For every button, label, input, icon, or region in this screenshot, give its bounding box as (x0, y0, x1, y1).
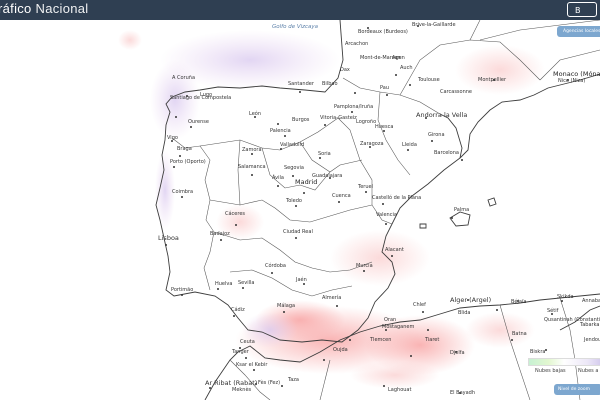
map-label-lleida: Lleida (402, 142, 417, 148)
map-label-coimbra: Coimbra (172, 189, 194, 195)
map-label-barcelona: Barcelona (434, 150, 459, 156)
map-label-teruel: Teruel (358, 184, 373, 190)
weather-map[interactable] (0, 20, 600, 400)
map-label-golfo: Golfo de Vizcaya (272, 24, 319, 30)
map-label-pau: Pau (380, 85, 390, 91)
map-label-tlemcen: Tlemcen (370, 337, 392, 343)
brand-title: ráfico Nacional (0, 1, 89, 16)
map-label-chlef: Chlef (413, 302, 426, 308)
map-label-murcia: Murcia (356, 263, 373, 269)
map-label-laghouat: Laghouat (388, 387, 412, 393)
map-label-tabarka: Tabarka (580, 322, 600, 328)
map-label-salamanca: Salamanca (238, 164, 266, 170)
map-label-girona: Girona (428, 132, 445, 138)
map-label-cordoba: Córdoba (265, 263, 286, 269)
map-label-jendouba: Jendouba (584, 337, 600, 343)
map-label-palencia: Palencia (270, 128, 291, 134)
map-label-toledo: Toledo (286, 198, 302, 204)
map-label-bilbao: Bilbao (322, 81, 338, 87)
map-label-caceres: Cáceres (225, 211, 246, 217)
map-label-lisboa: Lisboa (158, 234, 179, 242)
map-label-palma: Palma (454, 207, 470, 213)
map-label-burgos: Burgos (292, 117, 310, 123)
map-label-ksar: Ksar el Kebir (236, 362, 268, 368)
map-label-porto: Porto (Oporto) (170, 159, 206, 165)
map-label-santander: Santander (288, 81, 314, 87)
map-label-taza: Taza (288, 377, 299, 383)
map-label-oujda: Oujda (333, 347, 348, 353)
map-label-segovia: Segovia (284, 165, 304, 171)
map-label-avila: Ávila (272, 175, 284, 181)
top-right-button[interactable]: B (567, 2, 597, 17)
map-label-soria: Soria (318, 151, 331, 157)
map-label-madrid: Madrid (295, 178, 318, 186)
map-label-almeria: Almería (322, 295, 342, 301)
map-label-dax: Dax (340, 67, 350, 73)
map-label-cadiz: Cádiz (231, 307, 245, 313)
map-label-ciudadreal: Ciudad Real (283, 229, 313, 235)
map-label-setif: Sétif (547, 308, 559, 314)
map-label-carcassonne: Carcassonne (440, 89, 472, 95)
map-label-batna: Batna (512, 331, 527, 337)
top-bar: ráfico Nacional B (0, 0, 600, 20)
map-label-braga: Braga (177, 146, 192, 152)
map-label-logrono: Logroño (356, 119, 377, 125)
map-label-annaba: Annaba (582, 298, 600, 304)
map-label-elbayadh: El Bayadh (450, 390, 475, 396)
map-label-bordeaux: Bordeaux (Burdeos) (358, 29, 408, 35)
map-label-bejaia: Béjaïa (511, 299, 527, 305)
map-label-montpellier: Montpellier (478, 77, 507, 83)
legend-color-bar (528, 358, 600, 366)
map-label-vigo: Vigo (167, 135, 178, 141)
map-label-castellon: Castelló de la Plana (372, 195, 422, 201)
map-label-ourense: Ourense (188, 119, 209, 125)
map-label-sevilla: Sevilla (238, 280, 255, 286)
map-label-malaga: Málaga (277, 303, 296, 309)
map-label-mdm: Mont-de-Marsan (360, 55, 401, 61)
map-label-vitoria: Vitoria-Gasteiz (320, 115, 357, 121)
map-label-tiaret: Tiaret (425, 337, 440, 343)
map-label-cuenca: Cuenca (332, 193, 351, 199)
cloud-legend: Nubes bajas Nubes a (528, 352, 600, 378)
map-label-huelva: Huelva (215, 281, 233, 287)
map-label-leon: León (249, 111, 262, 117)
map-label-lugo: Lugo (200, 92, 213, 98)
map-label-alicante: Alacant (385, 247, 404, 253)
map-label-meknes: Meknès (232, 387, 252, 393)
map-label-brive: Brive-la-Gaillarde (412, 22, 456, 28)
legend-low-clouds: Nubes bajas (535, 368, 566, 374)
zoom-level-button[interactable]: Nivel de zoom (554, 384, 600, 395)
map-label-zaragoza: Zaragoza (360, 141, 384, 147)
map-label-toulouse: Toulouse (418, 77, 440, 83)
map-label-huesca: Huesca (375, 124, 394, 130)
map-label-mostaganem: Mostaganem (382, 324, 415, 330)
map-label-portimao: Portimão (171, 287, 194, 293)
map-label-zamora: Zamora (242, 147, 262, 153)
map-label-valencia: Valencia (376, 212, 397, 218)
map-label-rabat: Ar Ribat (Rabat) (205, 379, 258, 387)
map-label-coruna: A Coruña (172, 75, 196, 81)
map-label-pamplona: Pamplona/Iruña (334, 104, 374, 110)
map-label-valladolid: Valladolid (280, 142, 305, 148)
map-label-auch: Auch (400, 65, 413, 71)
map-label-jaen: Jaén (296, 277, 307, 283)
map-label-badajoz: Badajoz (210, 231, 230, 237)
map-label-alger: Alger (Argel) (450, 296, 492, 304)
map-label-arcachon: Arcachon (345, 41, 369, 47)
map-label-oran: Oran (384, 317, 397, 323)
map-label-monaco: Monaco (Mónaco) (553, 70, 600, 78)
brand-suffix: Nacional (35, 1, 89, 16)
map-label-nice: Nice (Niza) (558, 78, 586, 84)
map-label-blida: Blida (458, 310, 471, 316)
brand-prefix: ráfico (0, 1, 32, 16)
map-label-skikda: Skikda (557, 294, 574, 300)
agencies-button[interactable]: Agencias locales (557, 26, 600, 37)
map-label-fes: Fès (Fez) (258, 380, 281, 386)
legend-high-clouds: Nubes a (578, 368, 599, 374)
map-label-djelfa: Djelfa (450, 350, 465, 356)
map-label-tanger: Tanger (232, 349, 249, 355)
map-label-andorra: Andorra la Vella (416, 111, 468, 119)
map-label-ceuta: Ceuta (240, 339, 255, 345)
